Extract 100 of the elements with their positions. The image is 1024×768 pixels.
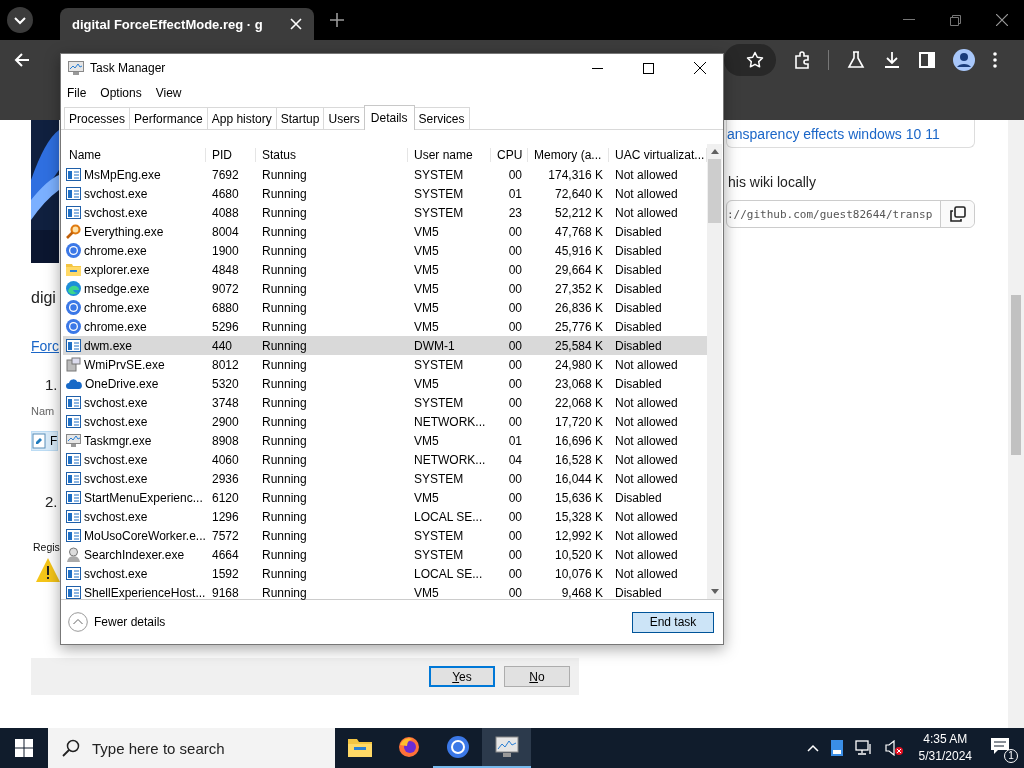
- tab-list-icon[interactable]: [6, 6, 34, 34]
- pid-cell-text: 2900: [211, 414, 240, 429]
- memory-cell-text: 52,212 K: [553, 205, 604, 220]
- tab[interactable]: Services: [413, 107, 470, 129]
- process-name: svchost.exe: [84, 395, 148, 410]
- star-icon[interactable]: [746, 51, 764, 69]
- close-icon[interactable]: [996, 14, 1008, 26]
- end-task-button[interactable]: End task: [632, 611, 714, 633]
- process-row[interactable]: Taskmgr.exe 8908 Running VM5 01 16,696 K Not allowed: [63, 431, 707, 450]
- cpu-cell-text: 00: [507, 566, 523, 581]
- memory-cell-text: 16,044 K: [553, 471, 604, 486]
- process-row[interactable]: svchost.exe 4088 Running SYSTEM 23 52,212 K Not allowed: [63, 203, 707, 222]
- caret-up-icon[interactable]: [806, 744, 819, 752]
- menu-item[interactable]: View: [155, 86, 182, 100]
- process-row[interactable]: MsMpEng.exe 7692 Running SYSTEM 00 174,316 K Not allowed: [63, 165, 707, 184]
- status-cell-text: Running: [261, 509, 308, 524]
- process-row[interactable]: dwm.exe 440 Running DWM-1 00 25,584 K Disabled: [63, 336, 707, 355]
- dialog-button[interactable]: No: [504, 666, 570, 687]
- process-row[interactable]: svchost.exe 2900 Running NETWORK... 00 17,720 K Not allowed: [63, 412, 707, 431]
- close-icon[interactable]: [694, 62, 706, 74]
- column-header[interactable]: User name: [408, 147, 491, 162]
- status-cell-text: Running: [261, 262, 308, 277]
- memory-cell-text: 15,328 K: [553, 509, 604, 524]
- user-cell-text: SYSTEM: [413, 357, 465, 372]
- process-row[interactable]: Everything.exe 8004 Running VM5 00 47,768 K Disabled: [63, 222, 707, 241]
- warning-icon: [35, 557, 61, 583]
- user-cell-text: LOCAL SE...: [413, 566, 484, 581]
- tab[interactable]: Processes: [64, 107, 131, 129]
- list-scrollbar[interactable]: [707, 144, 722, 599]
- file-link[interactable]: Forc: [31, 338, 59, 354]
- column-header[interactable]: PID: [206, 147, 256, 162]
- address-bar[interactable]: [724, 44, 776, 76]
- memory-cell-text: 22,068 K: [553, 395, 604, 410]
- fox-globe-icon: [397, 736, 420, 758]
- process-row[interactable]: chrome.exe 5296 Running VM5 00 25,776 K Disabled: [63, 317, 707, 336]
- menu-item[interactable]: Options: [100, 86, 142, 100]
- profile-icon[interactable]: [953, 49, 975, 71]
- process-row[interactable]: explorer.exe 4848 Running VM5 00 29,664 K Disabled: [63, 260, 707, 279]
- maximize-icon[interactable]: [643, 62, 654, 74]
- process-row[interactable]: OneDrive.exe 5320 Running VM5 00 23,068 K Disabled: [63, 374, 707, 393]
- process-row[interactable]: svchost.exe 4060 Running NETWORK... 04 16,528 K Not allowed: [63, 450, 707, 469]
- flask-icon[interactable]: [847, 51, 865, 69]
- tab[interactable]: Startup: [275, 107, 325, 129]
- notification-icon[interactable]: [990, 737, 1010, 755]
- column-header[interactable]: CPU: [491, 147, 528, 162]
- scroll-up-icon[interactable]: [710, 149, 719, 154]
- browser-tab[interactable]: digital ForceEffectMode.reg · g: [60, 8, 314, 40]
- file-entry[interactable]: F: [31, 431, 59, 451]
- page-scrollbar[interactable]: [1008, 120, 1024, 728]
- process-row[interactable]: svchost.exe 1296 Running LOCAL SE... 00 15,328 K Not allowed: [63, 507, 707, 526]
- restore-icon[interactable]: [950, 14, 961, 26]
- back-icon[interactable]: [14, 52, 30, 68]
- process-row[interactable]: chrome.exe 1900 Running VM5 00 45,916 K Disabled: [63, 241, 707, 260]
- drive-icon[interactable]: [830, 740, 843, 756]
- taskbar-search-field[interactable]: Type here to search: [48, 728, 335, 768]
- scroll-down-icon[interactable]: [710, 589, 719, 594]
- process-row[interactable]: MoUsoCoreWorker.e... 7572 Running SYSTEM 00 12,992 K Not allowed: [63, 526, 707, 545]
- user-cell-text: VM5: [413, 319, 440, 334]
- uac-cell-text: Not allowed: [614, 167, 679, 182]
- process-row[interactable]: ShellExperienceHost... 9168 Running VM5 00 9,468 K Disabled: [63, 583, 707, 602]
- column-header[interactable]: Name: [63, 147, 206, 162]
- process-row[interactable]: SearchIndexer.exe 4664 Running SYSTEM 00 10,520 K Not allowed: [63, 545, 707, 564]
- process-row[interactable]: svchost.exe 4680 Running SYSTEM 01 72,640 K Not allowed: [63, 184, 707, 203]
- side-panel-icon[interactable]: [919, 52, 935, 68]
- process-row[interactable]: StartMenuExperienc... 6120 Running VM5 00 15,636 K Disabled: [63, 488, 707, 507]
- minimize-icon[interactable]: [592, 67, 603, 69]
- process-row[interactable]: svchost.exe 3748 Running SYSTEM 00 22,068 K Not allowed: [63, 393, 707, 412]
- process-row[interactable]: chrome.exe 6880 Running VM5 00 26,836 K Disabled: [63, 298, 707, 317]
- uac-cell-text: Disabled: [614, 338, 663, 353]
- process-row[interactable]: svchost.exe 2936 Running SYSTEM 00 16,044 K Not allowed: [63, 469, 707, 488]
- process-row[interactable]: WmiPrvSE.exe 8012 Running SYSTEM 00 24,980 K Not allowed: [63, 355, 707, 374]
- wave-circle-icon: [66, 281, 81, 296]
- new-tab-icon[interactable]: [330, 13, 344, 27]
- volume-muted-icon[interactable]: [884, 740, 903, 756]
- wiki-link[interactable]: ansparency effects windows 10 11: [727, 125, 940, 142]
- column-header[interactable]: Status: [256, 147, 408, 162]
- window-icon: [66, 187, 81, 200]
- download-icon[interactable]: [883, 51, 901, 69]
- cpu-cell-text: 00: [507, 528, 523, 543]
- tab[interactable]: Details: [363, 105, 415, 130]
- menu-icon[interactable]: [993, 52, 997, 68]
- menu-item[interactable]: File: [67, 86, 87, 100]
- clock[interactable]: 4:35 AM 5/31/2024: [918, 731, 972, 765]
- cpu-cell-text: 01: [507, 186, 523, 201]
- scrollbar-thumb[interactable]: [708, 159, 721, 223]
- column-header[interactable]: Memory (a...: [528, 147, 609, 162]
- windows-start-icon[interactable]: [15, 739, 33, 757]
- status-cell-text: Running: [261, 547, 308, 562]
- pid-cell-text: 6880: [211, 300, 240, 315]
- fewer-details-toggle[interactable]: Fewer details: [68, 612, 632, 632]
- user-cell-text: NETWORK...: [413, 452, 487, 467]
- tab[interactable]: App history: [206, 107, 277, 129]
- process-row[interactable]: svchost.exe 1592 Running LOCAL SE... 00 10,076 K Not allowed: [63, 564, 707, 583]
- network-icon[interactable]: [854, 740, 873, 756]
- process-name: OneDrive.exe: [85, 376, 159, 391]
- process-row[interactable]: msedge.exe 9072 Running VM5 00 27,352 K Disabled: [63, 279, 707, 298]
- puzzle-icon[interactable]: [794, 51, 812, 69]
- dialog-button[interactable]: Yes: [429, 666, 495, 687]
- taskbar-app[interactable]: [482, 728, 531, 768]
- cpu-cell-text: 00: [507, 395, 523, 410]
